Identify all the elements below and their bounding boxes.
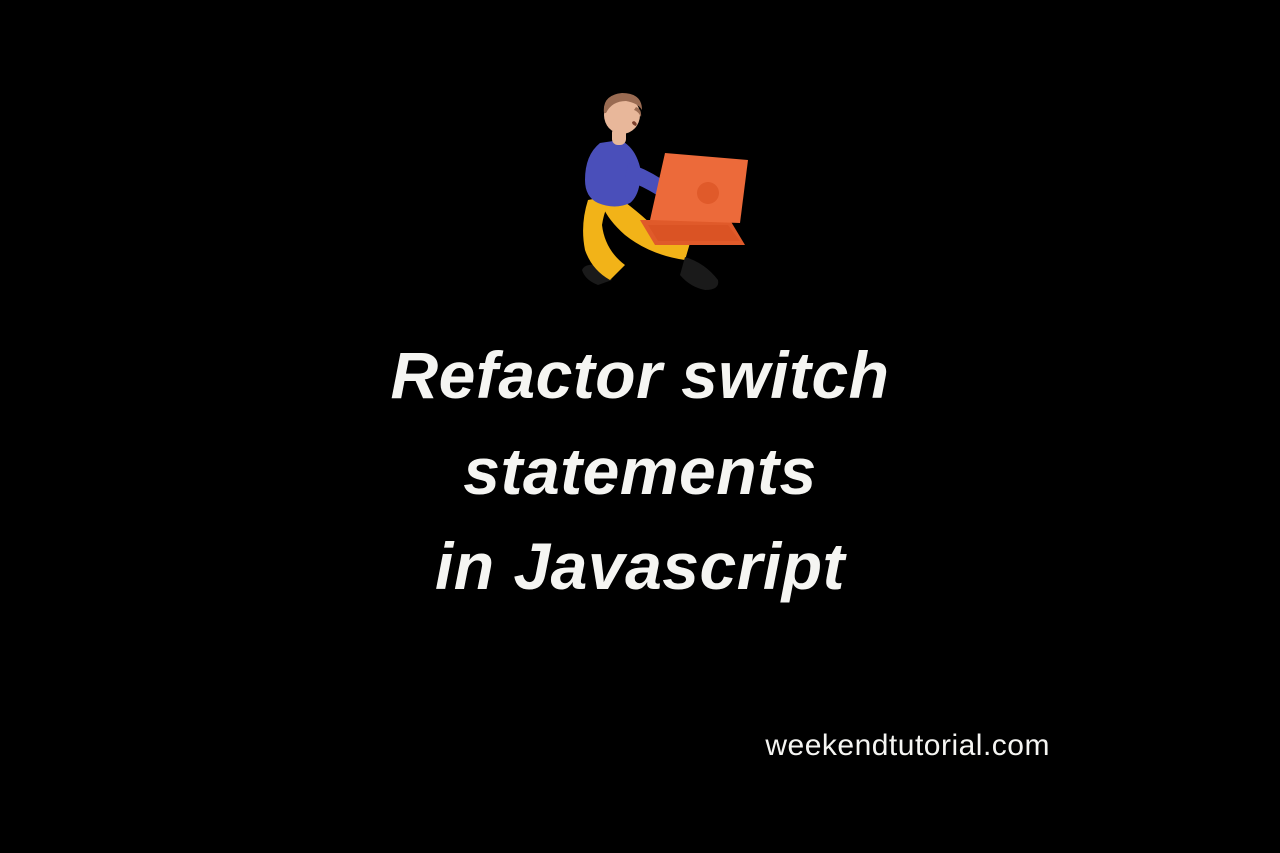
person-laptop-svg [530, 85, 750, 305]
headline-line-1: Refactor switch [0, 328, 1280, 424]
person-with-laptop-illustration [530, 85, 750, 305]
headline-line-3: in Javascript [0, 519, 1280, 615]
site-attribution: weekendtutorial.com [765, 729, 1050, 763]
main-headline: Refactor switch statements in Javascript [0, 328, 1280, 615]
headline-line-2: statements [0, 424, 1280, 520]
